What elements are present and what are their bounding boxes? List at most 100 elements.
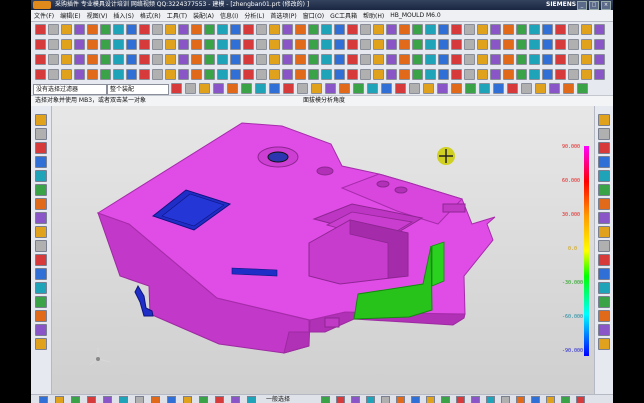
toolbar-tool-icon[interactable] xyxy=(507,83,518,94)
bottom-tool-icon[interactable] xyxy=(103,396,112,403)
toolbar-tool-icon[interactable] xyxy=(479,83,490,94)
toolbar-tool-icon[interactable] xyxy=(493,83,504,94)
bottom-tool-icon[interactable] xyxy=(39,396,48,403)
toolbar-tool-icon[interactable] xyxy=(243,24,254,35)
toolbar-tool-icon[interactable] xyxy=(516,54,527,65)
toolbar-tool-icon[interactable] xyxy=(594,69,605,80)
snap-tool-icon[interactable] xyxy=(576,396,585,403)
toolbar-tool-icon[interactable] xyxy=(451,24,462,35)
resource-tab-icon[interactable] xyxy=(598,296,610,308)
bottom-tool-icon[interactable] xyxy=(199,396,208,403)
resource-tab-icon[interactable] xyxy=(598,212,610,224)
toolbar-tool-icon[interactable] xyxy=(61,69,72,80)
toolbar-tool-icon[interactable] xyxy=(113,69,124,80)
toolbar-tool-icon[interactable] xyxy=(48,24,59,35)
toolbar-tool-icon[interactable] xyxy=(535,83,546,94)
toolbar-tool-icon[interactable] xyxy=(373,24,384,35)
toolbar-tool-icon[interactable] xyxy=(269,24,280,35)
toolbar-tool-icon[interactable] xyxy=(230,39,241,50)
toolbar-tool-icon[interactable] xyxy=(321,69,332,80)
toolbar-tool-icon[interactable] xyxy=(48,69,59,80)
bottom-tool-icon[interactable] xyxy=(247,396,256,403)
toolbar-tool-icon[interactable] xyxy=(308,54,319,65)
toolbar-tool-icon[interactable] xyxy=(360,54,371,65)
toolbar-tool-icon[interactable] xyxy=(409,83,420,94)
toolbar-tool-icon[interactable] xyxy=(438,69,449,80)
toolbar-tool-icon[interactable] xyxy=(165,39,176,50)
resource-tab-icon[interactable] xyxy=(598,268,610,280)
toolbar-tool-icon[interactable] xyxy=(334,54,345,65)
toolbar-tool-icon[interactable] xyxy=(581,69,592,80)
bottom-tool-icon[interactable] xyxy=(87,396,96,403)
toolbar-tool-icon[interactable] xyxy=(568,24,579,35)
toolbar-tool-icon[interactable] xyxy=(577,83,588,94)
toolbar-tool-icon[interactable] xyxy=(425,69,436,80)
toolbar-tool-icon[interactable] xyxy=(386,69,397,80)
selection-scope-dropdown[interactable]: 整个装配 xyxy=(107,84,169,95)
toolbar-tool-icon[interactable] xyxy=(568,54,579,65)
toolbar-tool-icon[interactable] xyxy=(191,24,202,35)
bottom-tool-icon[interactable] xyxy=(71,396,80,403)
toolbar-tool-icon[interactable] xyxy=(243,54,254,65)
toolbar-tool-icon[interactable] xyxy=(204,69,215,80)
toolbar-tool-icon[interactable] xyxy=(347,54,358,65)
toolbar-tool-icon[interactable] xyxy=(87,54,98,65)
toolbar-tool-icon[interactable] xyxy=(555,69,566,80)
toolbar-tool-icon[interactable] xyxy=(321,24,332,35)
toolbar-tool-icon[interactable] xyxy=(451,69,462,80)
resource-tab-icon[interactable] xyxy=(598,282,610,294)
toolbar-tool-icon[interactable] xyxy=(399,24,410,35)
menu-assembly[interactable]: 装配(A) xyxy=(190,11,217,20)
toolbar-tool-icon[interactable] xyxy=(283,83,294,94)
toolbar-tool-icon[interactable] xyxy=(178,54,189,65)
toolbar-tool-icon[interactable] xyxy=(490,24,501,35)
toolbar-tool-icon[interactable] xyxy=(230,69,241,80)
toolbar-tool-icon[interactable] xyxy=(373,54,384,65)
resource-tab-icon[interactable] xyxy=(35,282,47,294)
resource-tab-icon[interactable] xyxy=(598,324,610,336)
snap-tool-icon[interactable] xyxy=(321,396,330,403)
resource-tab-icon[interactable] xyxy=(35,198,47,210)
toolbar-tool-icon[interactable] xyxy=(256,39,267,50)
snap-tool-icon[interactable] xyxy=(516,396,525,403)
toolbar-tool-icon[interactable] xyxy=(295,54,306,65)
toolbar-tool-icon[interactable] xyxy=(87,69,98,80)
maximize-button[interactable]: □ xyxy=(589,1,599,10)
toolbar-tool-icon[interactable] xyxy=(503,39,514,50)
toolbar-tool-icon[interactable] xyxy=(269,54,280,65)
toolbar-tool-icon[interactable] xyxy=(230,54,241,65)
toolbar-tool-icon[interactable] xyxy=(321,39,332,50)
toolbar-tool-icon[interactable] xyxy=(477,54,488,65)
snap-tool-icon[interactable] xyxy=(411,396,420,403)
toolbar-tool-icon[interactable] xyxy=(100,39,111,50)
snap-tool-icon[interactable] xyxy=(381,396,390,403)
snap-tool-icon[interactable] xyxy=(456,396,465,403)
toolbar-tool-icon[interactable] xyxy=(451,83,462,94)
toolbar-tool-icon[interactable] xyxy=(61,24,72,35)
toolbar-tool-icon[interactable] xyxy=(100,24,111,35)
resource-tab-icon[interactable] xyxy=(598,226,610,238)
toolbar-tool-icon[interactable] xyxy=(465,83,476,94)
toolbar-tool-icon[interactable] xyxy=(360,39,371,50)
menu-analysis[interactable]: 分析(L) xyxy=(241,11,267,20)
toolbar-tool-icon[interactable] xyxy=(152,54,163,65)
toolbar-tool-icon[interactable] xyxy=(399,39,410,50)
resource-tab-icon[interactable] xyxy=(598,184,610,196)
bottom-tool-icon[interactable] xyxy=(215,396,224,403)
toolbar-tool-icon[interactable] xyxy=(204,39,215,50)
toolbar-tool-icon[interactable] xyxy=(373,69,384,80)
toolbar-tool-icon[interactable] xyxy=(100,54,111,65)
resource-tab-icon[interactable] xyxy=(35,114,47,126)
toolbar-tool-icon[interactable] xyxy=(529,24,540,35)
toolbar-tool-icon[interactable] xyxy=(529,39,540,50)
toolbar-tool-icon[interactable] xyxy=(395,83,406,94)
toolbar-tool-icon[interactable] xyxy=(178,24,189,35)
toolbar-tool-icon[interactable] xyxy=(464,69,475,80)
toolbar-tool-icon[interactable] xyxy=(412,39,423,50)
toolbar-tool-icon[interactable] xyxy=(269,39,280,50)
toolbar-tool-icon[interactable] xyxy=(297,83,308,94)
toolbar-tool-icon[interactable] xyxy=(204,54,215,65)
toolbar-tool-icon[interactable] xyxy=(35,54,46,65)
toolbar-tool-icon[interactable] xyxy=(217,39,228,50)
resource-tab-icon[interactable] xyxy=(35,240,47,252)
